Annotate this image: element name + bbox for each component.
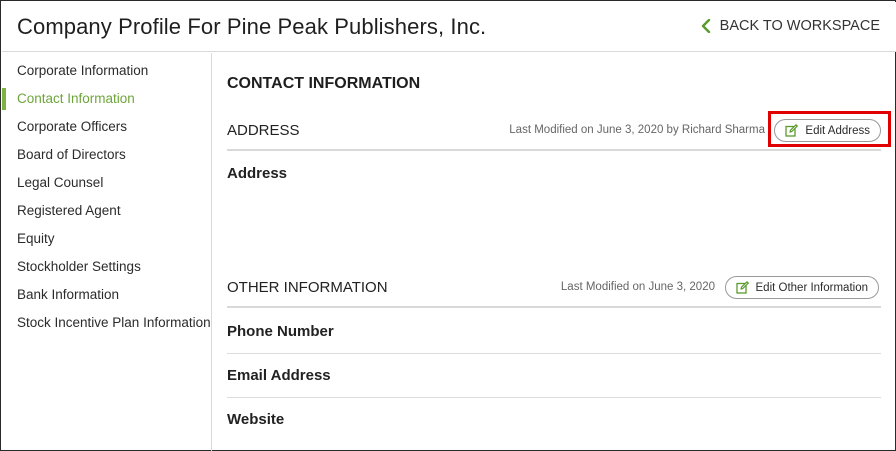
other-information-last-modified: Last Modified on June 3, 2020 <box>560 281 715 293</box>
header-bar: Company Profile For Pine Peak Publishers… <box>2 2 896 52</box>
sidebar-item-equity[interactable]: Equity <box>2 227 211 255</box>
address-header: ADDRESS Last Modified on June 3, 2020 by… <box>227 113 881 151</box>
edit-other-information-button[interactable]: Edit Other Information <box>724 276 879 299</box>
edit-icon <box>735 281 749 294</box>
phone-number-label: Phone Number <box>227 310 881 354</box>
sidebar-item-bank-information[interactable]: Bank Information <box>2 283 211 311</box>
edit-address-button[interactable]: Edit Address <box>774 119 881 142</box>
other-information-title: OTHER INFORMATION <box>227 279 388 296</box>
email-address-label: Email Address <box>227 354 881 398</box>
other-information-header: OTHER INFORMATION Last Modified on June … <box>227 270 881 308</box>
sidebar-item-contact-information[interactable]: Contact Information <box>2 87 211 115</box>
address-title: ADDRESS <box>227 122 300 139</box>
edit-icon <box>785 124 799 137</box>
edit-address-label: Edit Address <box>805 124 870 137</box>
sidebar-item-board-of-directors[interactable]: Board of Directors <box>2 143 211 171</box>
sidebar-item-stockholder-settings[interactable]: Stockholder Settings <box>2 255 211 283</box>
sidebar-nav: Corporate Information Contact Informatio… <box>2 53 212 451</box>
sidebar-item-legal-counsel[interactable]: Legal Counsel <box>2 171 211 199</box>
chevron-left-icon <box>700 18 712 34</box>
website-label: Website <box>227 411 285 428</box>
edit-other-information-label: Edit Other Information <box>755 281 869 294</box>
back-to-workspace-link[interactable]: BACK TO WORKSPACE <box>700 18 880 34</box>
address-field-label: Address <box>227 165 288 182</box>
sidebar-item-corporate-information[interactable]: Corporate Information <box>2 59 211 87</box>
sidebar-item-stock-incentive-plan-information[interactable]: Stock Incentive Plan Information <box>2 311 211 339</box>
sidebar-item-registered-agent[interactable]: Registered Agent <box>2 199 211 227</box>
section-title: CONTACT INFORMATION <box>227 75 421 92</box>
page-title: Company Profile For Pine Peak Publishers… <box>17 14 487 39</box>
address-last-modified: Last Modified on June 3, 2020 by Richard… <box>509 124 765 136</box>
back-to-workspace-label: BACK TO WORKSPACE <box>719 18 880 34</box>
sidebar-item-corporate-officers[interactable]: Corporate Officers <box>2 115 211 143</box>
app-window: Company Profile For Pine Peak Publishers… <box>0 0 896 451</box>
